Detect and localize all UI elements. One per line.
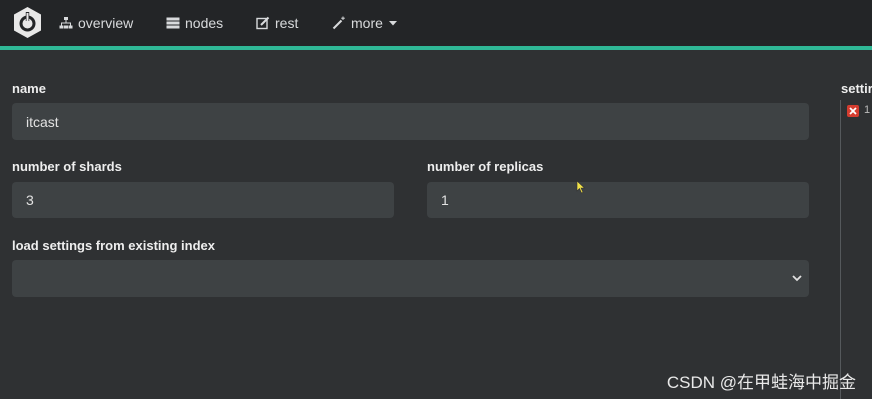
replicas-input[interactable]: 1 bbox=[427, 182, 809, 218]
nav-more-dropdown[interactable]: more bbox=[332, 13, 398, 33]
index-name-input[interactable]: itcast bbox=[12, 103, 809, 140]
magic-wand-icon bbox=[332, 16, 345, 30]
top-navbar: overview nodes rest more bbox=[0, 0, 872, 46]
logo-icon[interactable] bbox=[11, 6, 44, 39]
database-icon bbox=[166, 17, 180, 29]
replicas-value: 1 bbox=[441, 192, 449, 208]
chevron-down-icon bbox=[792, 275, 802, 282]
load-settings-select[interactable] bbox=[12, 260, 809, 297]
nav-overview[interactable]: overview bbox=[59, 13, 133, 33]
edit-icon bbox=[256, 16, 270, 30]
shards-input[interactable]: 3 bbox=[12, 182, 394, 218]
settings-panel-title: settir bbox=[841, 81, 872, 96]
replicas-label: number of replicas bbox=[427, 159, 544, 174]
index-name-value: itcast bbox=[26, 113, 59, 130]
nav-more-label: more bbox=[351, 15, 383, 31]
nav-overview-label: overview bbox=[78, 15, 134, 31]
nav-rest[interactable]: rest bbox=[256, 13, 298, 33]
mouse-cursor-icon bbox=[576, 180, 586, 194]
settings-error-count: 1 bbox=[864, 104, 871, 116]
caret-down-icon bbox=[388, 21, 397, 26]
sitemap-icon bbox=[59, 17, 73, 29]
page: overview nodes rest more name itcast num… bbox=[0, 0, 872, 399]
load-settings-label: load settings from existing index bbox=[12, 238, 215, 253]
settings-panel-divider bbox=[840, 100, 841, 399]
watermark-text: CSDN @在甲蛙海中掘金 bbox=[666, 373, 856, 392]
name-label: name bbox=[12, 81, 46, 96]
nav-rest-label: rest bbox=[275, 15, 299, 31]
shards-label: number of shards bbox=[12, 159, 122, 174]
error-x-icon bbox=[847, 105, 859, 117]
shards-value: 3 bbox=[26, 192, 34, 208]
nav-nodes[interactable]: nodes bbox=[166, 13, 223, 33]
nav-nodes-label: nodes bbox=[185, 15, 224, 31]
accent-bar bbox=[0, 46, 872, 50]
